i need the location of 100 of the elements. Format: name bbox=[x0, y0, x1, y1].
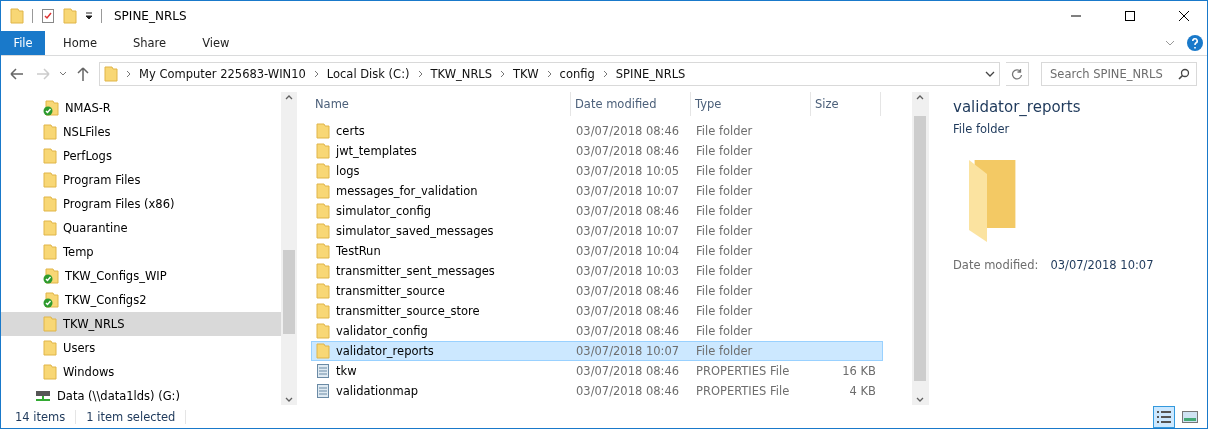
folder-icon bbox=[10, 8, 24, 24]
breadcrumb-item[interactable]: config bbox=[559, 67, 595, 81]
sidebar-item[interactable]: NMAS-R bbox=[1, 96, 281, 120]
folder-icon bbox=[316, 323, 330, 339]
column-header[interactable]: Name bbox=[311, 92, 571, 116]
refresh-button[interactable] bbox=[1006, 62, 1029, 86]
breadcrumb-item[interactable]: SPINE_NRLS bbox=[615, 67, 686, 81]
file-row[interactable]: tkw 03/07/2018 08:46 PROPERTIES File 16 KB bbox=[311, 361, 883, 381]
details-list-icon bbox=[1156, 410, 1172, 424]
network-drive-icon bbox=[35, 389, 51, 403]
file-row[interactable]: TestRun 03/07/2018 10:04 File folder bbox=[311, 241, 883, 261]
folder-icon bbox=[43, 340, 57, 356]
chevron-icon[interactable] bbox=[417, 70, 423, 78]
folder-icon bbox=[316, 243, 330, 259]
sidebar-item[interactable]: TKW_Configs_WIP bbox=[1, 264, 281, 288]
folder-icon bbox=[316, 183, 330, 199]
address-bar[interactable]: My Computer 225683-WIN10 Local Disk (C:) TKW_NRLS TKW config SPINE_NRLS bbox=[99, 62, 1000, 86]
sidebar-item[interactable]: Temp bbox=[1, 240, 281, 264]
folder-icon bbox=[316, 303, 330, 319]
ribbon-tab[interactable]: View bbox=[184, 31, 248, 55]
sidebar-scrollbar[interactable] bbox=[281, 92, 297, 405]
column-header[interactable]: Date modified bbox=[571, 92, 691, 116]
scroll-up-icon[interactable] bbox=[916, 95, 924, 100]
breadcrumb-item[interactable]: TKW bbox=[513, 67, 539, 81]
sidebar-item[interactable]: NSLFiles bbox=[1, 120, 281, 144]
folder-icon bbox=[43, 196, 57, 212]
refresh-icon bbox=[1011, 68, 1023, 80]
chevron-icon[interactable] bbox=[546, 70, 552, 78]
close-icon bbox=[1179, 11, 1189, 21]
file-row[interactable]: transmitter_source 03/07/2018 08:46 File folder bbox=[311, 281, 883, 301]
folder-icon bbox=[43, 316, 57, 332]
ribbon-tab[interactable]: Share bbox=[114, 31, 185, 55]
chevron-icon[interactable] bbox=[500, 70, 506, 78]
breadcrumb-item[interactable]: TKW_NRLS bbox=[430, 67, 493, 81]
file-row[interactable]: validator_config 03/07/2018 08:46 File folder bbox=[311, 321, 883, 341]
search-field[interactable]: Search SPINE_NRLS bbox=[1041, 62, 1197, 86]
synced-folder-icon bbox=[43, 292, 59, 308]
synced-folder-icon bbox=[43, 268, 59, 284]
date-modified-label: Date modified: bbox=[953, 258, 1039, 272]
file-row[interactable]: messages_for_validation 03/07/2018 10:07 File folder bbox=[311, 181, 883, 201]
file-row[interactable]: simulator_saved_messages 03/07/2018 10:07 File folder bbox=[311, 221, 883, 241]
folder-icon bbox=[316, 343, 330, 359]
dropdown-caret-icon[interactable] bbox=[985, 71, 995, 77]
sidebar-item[interactable]: PerfLogs bbox=[1, 144, 281, 168]
synced-folder-icon bbox=[43, 100, 59, 116]
picture-frame-icon bbox=[1182, 410, 1198, 424]
folder-icon bbox=[316, 203, 330, 219]
file-row[interactable]: transmitter_sent_messages 03/07/2018 10:03 File folder bbox=[311, 261, 883, 281]
window-title: SPINE_NRLS bbox=[114, 9, 187, 23]
file-row[interactable]: simulator_config 03/07/2018 08:46 File folder bbox=[311, 201, 883, 221]
column-header[interactable]: Size bbox=[811, 92, 881, 116]
preview-type: File folder bbox=[953, 122, 1011, 136]
new-folder-icon bbox=[63, 8, 77, 24]
item-count: 14 items bbox=[15, 410, 66, 424]
sidebar-item[interactable]: TKW_NRLS bbox=[1, 312, 281, 336]
ribbon-tab[interactable]: Home bbox=[45, 31, 115, 55]
scroll-down-icon[interactable] bbox=[916, 397, 924, 402]
folder-icon bbox=[43, 220, 57, 236]
preview-title: validator_reports bbox=[953, 98, 1082, 116]
chevron-icon[interactable] bbox=[602, 70, 608, 78]
breadcrumb-item[interactable]: My Computer 225683-WIN10 bbox=[139, 67, 306, 81]
file-row[interactable]: jwt_templates 03/07/2018 08:46 File folder bbox=[311, 141, 883, 161]
search-icon bbox=[1178, 68, 1190, 80]
file-row[interactable]: transmitter_source_store 03/07/2018 08:46 File folder bbox=[311, 301, 883, 321]
sidebar-item[interactable]: TKW_Configs2 bbox=[1, 288, 281, 312]
scroll-down-icon[interactable] bbox=[285, 397, 293, 402]
document-icon bbox=[316, 383, 330, 399]
folder-icon bbox=[43, 172, 57, 188]
recent-caret-icon[interactable] bbox=[59, 71, 67, 77]
sidebar-item[interactable]: Users bbox=[1, 336, 281, 360]
file-row[interactable]: validationmap 03/07/2018 08:46 PROPERTIES File 4 KB bbox=[311, 381, 883, 401]
scroll-thumb[interactable] bbox=[283, 250, 295, 334]
sidebar-item[interactable]: Program Files (x86) bbox=[1, 192, 281, 216]
chevron-icon[interactable] bbox=[126, 70, 131, 78]
folder-icon bbox=[43, 124, 57, 140]
ribbon-tab[interactable]: File bbox=[1, 31, 45, 55]
folder-icon bbox=[316, 163, 330, 179]
help-icon[interactable] bbox=[1187, 35, 1203, 51]
list-scrollbar[interactable] bbox=[912, 92, 928, 405]
scroll-thumb[interactable] bbox=[914, 116, 926, 381]
file-row[interactable]: logs 03/07/2018 10:05 File folder bbox=[311, 161, 883, 181]
folder-icon bbox=[43, 244, 57, 260]
sidebar-item[interactable]: Program Files bbox=[1, 168, 281, 192]
scroll-up-icon[interactable] bbox=[285, 95, 293, 100]
column-header[interactable]: Type bbox=[691, 92, 811, 116]
folder-icon bbox=[316, 283, 330, 299]
folder-icon bbox=[316, 143, 330, 159]
chevron-icon[interactable] bbox=[313, 70, 319, 78]
breadcrumb-item[interactable]: Local Disk (C:) bbox=[326, 67, 410, 81]
folder-icon bbox=[43, 364, 57, 380]
properties-icon[interactable] bbox=[41, 8, 55, 24]
file-row[interactable]: certs 03/07/2018 08:46 File folder bbox=[311, 121, 883, 141]
file-row[interactable]: validator_reports 03/07/2018 10:07 File folder bbox=[311, 341, 883, 361]
sidebar-item[interactable]: Data (\\data1lds) (G:) bbox=[1, 384, 281, 408]
sidebar-item[interactable]: Windows bbox=[1, 360, 281, 384]
sidebar-item[interactable]: Quarantine bbox=[1, 216, 281, 240]
customize-caret-icon[interactable] bbox=[85, 12, 93, 20]
details-view-button[interactable] bbox=[1153, 406, 1175, 428]
document-icon bbox=[316, 363, 330, 379]
expand-ribbon-icon[interactable] bbox=[1165, 40, 1175, 46]
